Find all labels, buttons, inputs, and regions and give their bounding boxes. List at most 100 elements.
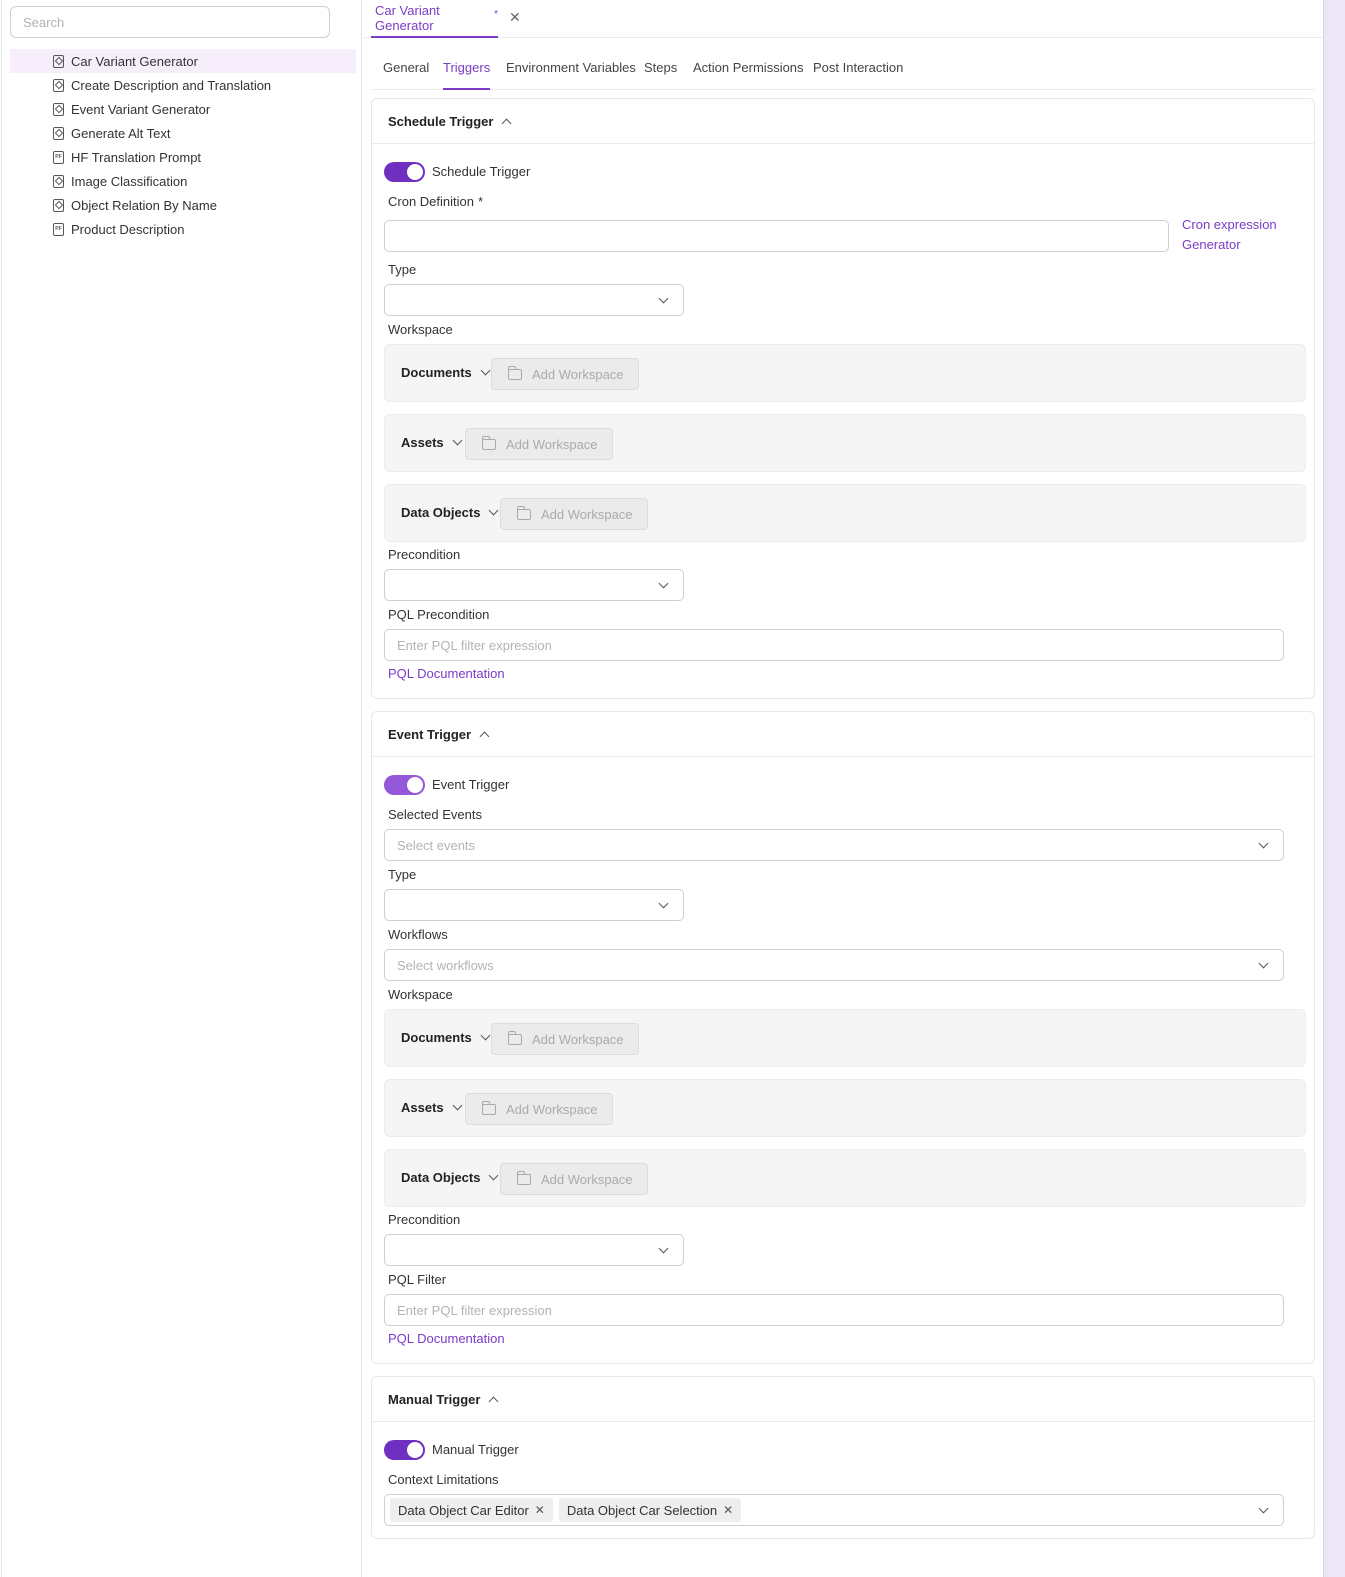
chevron-down-icon — [1258, 958, 1269, 968]
prompt-tree: Car Variant Generator Create Description… — [10, 49, 356, 241]
tree-item-car-variant-generator[interactable]: Car Variant Generator — [10, 49, 356, 73]
chevron-up-icon — [489, 1396, 499, 1406]
chevron-down-icon — [489, 1170, 499, 1181]
cron-definition-label: Cron Definition * — [388, 194, 484, 209]
prompt-icon — [53, 174, 64, 188]
tree-item-object-relation-by-name[interactable]: Object Relation By Name — [10, 193, 356, 217]
data-objects-workspace-box: Data Objects Add Workspace — [384, 484, 1306, 542]
manual-trigger-panel: Manual Trigger Manual Trigger Context Li… — [371, 1376, 1315, 1539]
tab-triggers[interactable]: Triggers — [443, 52, 491, 90]
workflows-select[interactable]: Select workflows — [384, 949, 1284, 981]
add-workspace-button[interactable]: Add Workspace — [465, 428, 613, 460]
documents-workspace-box: Documents Add Workspace — [384, 1009, 1306, 1067]
type-select[interactable] — [384, 889, 684, 921]
toggle-label: Schedule Trigger — [432, 164, 531, 179]
folder-icon — [508, 365, 522, 380]
workspace-label: Workspace — [388, 322, 453, 337]
folder-icon — [517, 1170, 531, 1185]
manual-trigger-toggle[interactable] — [384, 1440, 425, 1460]
manual-trigger-header[interactable]: Manual Trigger — [372, 1377, 1314, 1422]
tree-item-create-description[interactable]: Create Description and Translation — [10, 73, 356, 97]
tab-general[interactable]: General — [383, 52, 429, 90]
add-workspace-button[interactable]: Add Workspace — [500, 498, 648, 530]
tab-environment-variables[interactable]: Environment Variables — [506, 52, 636, 90]
precondition-select[interactable] — [384, 1234, 684, 1266]
type-label: Type — [388, 867, 417, 882]
schedule-trigger-toggle[interactable] — [384, 162, 425, 182]
pql-documentation-link[interactable]: PQL Documentation — [388, 1329, 505, 1349]
documents-workspace-toggle[interactable]: Documents — [401, 1030, 491, 1045]
chevron-down-icon — [480, 1030, 491, 1041]
add-workspace-button[interactable]: Add Workspace — [491, 1023, 639, 1055]
event-trigger-toggle[interactable] — [384, 775, 425, 795]
chevron-down-icon — [452, 1100, 463, 1111]
data-objects-workspace-toggle[interactable]: Data Objects — [401, 505, 499, 520]
document-tabbar: Car Variant Generator * ✕ — [363, 0, 1323, 38]
search-input[interactable] — [10, 6, 330, 38]
precondition-label: Precondition — [388, 547, 461, 562]
tree-item-label: Generate Alt Text — [71, 125, 171, 141]
pql-filter-input[interactable]: Enter PQL filter expression — [384, 1294, 1284, 1326]
tab-action-permissions[interactable]: Action Permissions — [693, 52, 804, 90]
chevron-up-icon — [479, 731, 490, 741]
tree-item-product-description[interactable]: PF Product Description — [10, 217, 356, 241]
tree-item-label: Object Relation By Name — [71, 197, 217, 213]
tab-post-interaction[interactable]: Post Interaction — [813, 52, 903, 90]
pql-documentation-link[interactable]: PQL Documentation — [388, 664, 505, 684]
pql-filter-label: PQL Filter — [388, 1272, 447, 1287]
cron-definition-input[interactable] — [384, 220, 1169, 252]
tree-item-image-classification[interactable]: Image Classification — [10, 169, 356, 193]
cron-expression-generator-link[interactable]: Cron expression Generator — [1182, 215, 1277, 255]
prompt-icon — [53, 102, 64, 116]
add-workspace-button[interactable]: Add Workspace — [500, 1163, 648, 1195]
toggle-knob — [407, 1442, 423, 1458]
prompt-icon — [53, 126, 64, 140]
modified-indicator: * — [494, 8, 498, 20]
assets-workspace-toggle[interactable]: Assets — [401, 435, 463, 450]
chevron-up-icon — [502, 118, 512, 128]
event-trigger-header[interactable]: Event Trigger — [372, 712, 1314, 757]
assets-workspace-box: Assets Add Workspace — [384, 414, 1306, 472]
type-select[interactable] — [384, 284, 684, 316]
panel-title: Event Trigger — [388, 726, 472, 742]
chevron-down-icon — [1258, 1503, 1269, 1513]
chevron-down-icon — [658, 1243, 669, 1253]
document-tab[interactable]: Car Variant Generator * — [371, 0, 498, 38]
chevron-down-icon — [658, 578, 669, 588]
context-limitations-select[interactable]: Data Object Car Editor ✕ Data Object Car … — [384, 1494, 1284, 1526]
document-icon: PF — [53, 222, 64, 236]
toggle-knob — [407, 164, 423, 180]
tree-item-label: Event Variant Generator — [71, 101, 211, 117]
chevron-down-icon — [658, 898, 669, 908]
context-limitations-label: Context Limitations — [388, 1472, 499, 1487]
close-tab-icon[interactable]: ✕ — [509, 9, 521, 26]
add-workspace-button[interactable]: Add Workspace — [465, 1093, 613, 1125]
chevron-down-icon — [489, 505, 499, 516]
tree-item-event-variant-generator[interactable]: Event Variant Generator — [10, 97, 356, 121]
tree-item-label: HF Translation Prompt — [71, 149, 202, 165]
prompt-icon — [53, 198, 64, 212]
folder-icon — [482, 435, 496, 450]
type-label: Type — [388, 262, 417, 277]
pql-precondition-input[interactable]: Enter PQL filter expression — [384, 629, 1284, 661]
toggle-knob — [407, 777, 423, 793]
scrollbar-track[interactable] — [1323, 0, 1345, 1577]
tree-item-label: Product Description — [71, 221, 185, 237]
data-objects-workspace-toggle[interactable]: Data Objects — [401, 1170, 499, 1185]
precondition-select[interactable] — [384, 569, 684, 601]
main-editor: Car Variant Generator * ✕ General Trigge… — [363, 0, 1323, 1577]
selected-events-label: Selected Events — [388, 807, 482, 822]
remove-chip-icon[interactable]: ✕ — [723, 1503, 733, 1517]
tab-steps[interactable]: Steps — [644, 52, 677, 90]
assets-workspace-toggle[interactable]: Assets — [401, 1100, 463, 1115]
add-workspace-button[interactable]: Add Workspace — [491, 358, 639, 390]
schedule-trigger-header[interactable]: Schedule Trigger — [372, 99, 1314, 144]
prompt-icon — [53, 78, 64, 92]
workspace-label: Workspace — [388, 987, 453, 1002]
selected-events-select[interactable]: Select events — [384, 829, 1284, 861]
documents-workspace-toggle[interactable]: Documents — [401, 365, 491, 380]
remove-chip-icon[interactable]: ✕ — [535, 1503, 545, 1517]
tree-item-generate-alt-text[interactable]: Generate Alt Text — [10, 121, 356, 145]
event-trigger-panel: Event Trigger Event Trigger Selected Eve… — [371, 711, 1315, 1364]
tree-item-hf-translation-prompt[interactable]: PF HF Translation Prompt — [10, 145, 356, 169]
